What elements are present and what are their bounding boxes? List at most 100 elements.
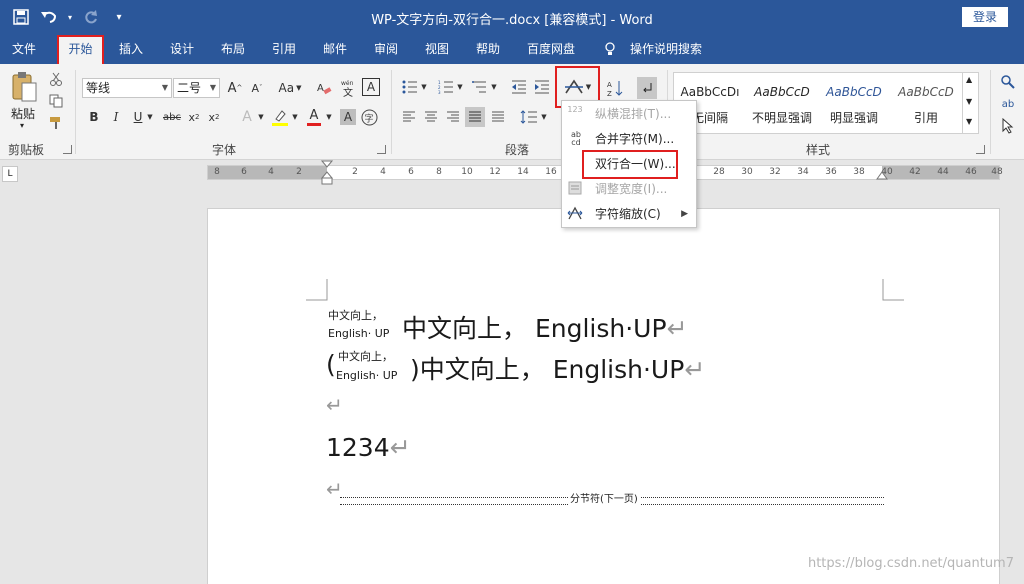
bullets-dropdown-icon[interactable]: ▼	[420, 78, 428, 96]
increase-indent-icon[interactable]	[532, 78, 552, 96]
style-item[interactable]: AaBbCcD 不明显强调	[746, 73, 818, 133]
highlight-icon[interactable]	[270, 108, 290, 128]
paste-icon[interactable]	[8, 70, 40, 104]
paragraph-group-label: 段落	[505, 143, 530, 157]
font-color-dropdown-icon[interactable]: ▼	[324, 108, 334, 126]
align-left-icon[interactable]	[400, 108, 418, 126]
ruler-tick: 36	[825, 167, 837, 177]
tab-help[interactable]: 帮助	[470, 34, 506, 64]
font-name-combo[interactable]: 等线 ▼	[82, 78, 172, 98]
style-item[interactable]: AaBbCcD 引用	[890, 73, 962, 133]
character-border-icon[interactable]: A	[362, 78, 380, 96]
fit-text-icon	[566, 181, 584, 198]
chevron-up-icon[interactable]: ▲	[966, 75, 972, 84]
line-spacing-icon[interactable]	[518, 108, 540, 126]
tab-file[interactable]: 文件	[6, 34, 42, 64]
ruler-tick: 6	[408, 167, 414, 177]
character-shading-icon[interactable]: A	[340, 109, 356, 125]
shrink-font-icon[interactable]: Aˇ	[248, 78, 266, 98]
show-marks-icon[interactable]	[637, 77, 657, 99]
tab-view[interactable]: 视图	[419, 34, 455, 64]
menu-item-fit-text[interactable]: 调整宽度(I)...	[562, 177, 696, 202]
chevron-down-icon: ▼	[585, 83, 592, 91]
ruler-tick: 8	[436, 167, 442, 177]
tab-selector-icon[interactable]: L	[2, 166, 18, 182]
phonetic-guide-icon[interactable]: wén 文	[339, 78, 359, 98]
copy-icon[interactable]	[47, 92, 65, 110]
paragraph-mark: ↵	[389, 433, 411, 462]
ruler-tick: 6	[241, 167, 247, 177]
menu-item-character-scaling[interactable]: 字符缩放(C) ▶	[562, 202, 696, 227]
grow-font-icon[interactable]: A ^	[226, 78, 244, 98]
styles-gallery: AaBbCcDı 无间隔 AaBbCcD 不明显强调 AaBbCcD 明显强调 …	[673, 72, 979, 134]
align-center-icon[interactable]	[422, 108, 440, 126]
bullets-icon[interactable]	[400, 78, 420, 96]
font-color-icon[interactable]: A	[305, 106, 323, 128]
underline-dropdown-icon[interactable]: ▼	[145, 108, 155, 126]
tab-review[interactable]: 审阅	[368, 34, 404, 64]
enclose-characters-icon[interactable]: 字	[360, 108, 378, 126]
section-break: 分节符(下一页)	[340, 490, 884, 505]
tab-insert[interactable]: 插入	[113, 34, 149, 64]
chevron-down-icon: ▼	[209, 83, 216, 92]
crop-mark-top-left	[306, 279, 328, 301]
subscript-icon[interactable]: x2	[186, 108, 202, 126]
styles-launcher-icon[interactable]	[976, 145, 985, 154]
tab-mailings[interactable]: 邮件	[317, 34, 353, 64]
select-icon[interactable]	[998, 116, 1018, 136]
text-effects-dropdown-icon[interactable]: ▼	[256, 108, 266, 126]
superscript-icon[interactable]: x2	[206, 108, 222, 126]
menu-item-label: 调整宽度(I)...	[595, 182, 668, 196]
justify-icon[interactable]	[465, 107, 485, 127]
font-launcher-icon[interactable]	[377, 145, 386, 154]
font-size-combo[interactable]: 二号 ▼	[173, 78, 220, 98]
line-spacing-dropdown-icon[interactable]: ▼	[540, 108, 548, 126]
tab-layout[interactable]: 布局	[215, 34, 251, 64]
numbering-icon[interactable]: 123	[436, 78, 456, 96]
more-styles-icon[interactable]: ▼	[966, 117, 972, 126]
document-page[interactable]: 中文向上， English· UP 中文向上， English·UP↵ ( 中文…	[207, 208, 1000, 584]
distributed-icon[interactable]	[489, 108, 507, 126]
indent-marker-icon[interactable]	[321, 160, 333, 186]
style-item[interactable]: AaBbCcD 明显强调	[818, 73, 890, 133]
text-effects-icon[interactable]: A	[238, 108, 256, 126]
title-bar: ▾ ▾ WP-文字方向-双行合一.docx [兼容模式] - Word 登录	[0, 0, 1024, 34]
bold-icon[interactable]: B	[85, 108, 103, 126]
login-button[interactable]: 登录	[962, 7, 1008, 27]
tab-references[interactable]: 引用	[266, 34, 302, 64]
italic-icon[interactable]: I	[107, 108, 125, 126]
tab-home[interactable]: 开始	[57, 35, 104, 66]
clipboard-launcher-icon[interactable]	[63, 145, 72, 154]
chevron-down-icon[interactable]: ▼	[966, 97, 972, 106]
watermark: https://blog.csdn.net/quantum7	[807, 556, 1014, 571]
tell-me-search[interactable]: 操作说明搜索	[626, 34, 706, 64]
multilevel-list-icon[interactable]	[470, 78, 490, 96]
svg-text:wén: wén	[341, 80, 354, 87]
clear-formatting-icon[interactable]: A	[314, 78, 334, 98]
format-painter-icon[interactable]	[47, 114, 65, 132]
change-case-button[interactable]: Aa ▼	[275, 78, 305, 98]
decrease-indent-icon[interactable]	[509, 78, 529, 96]
highlight-dropdown-icon[interactable]: ▼	[290, 108, 300, 126]
numbering-dropdown-icon[interactable]: ▼	[456, 78, 464, 96]
menu-item-vertical-in-horizontal[interactable]: 123 纵横混排(T)...	[562, 102, 696, 127]
multilevel-dropdown-icon[interactable]: ▼	[490, 78, 498, 96]
right-indent-marker-icon[interactable]	[876, 170, 888, 180]
replace-icon[interactable]: ab	[998, 94, 1018, 114]
find-icon[interactable]	[998, 72, 1018, 92]
menu-item-two-lines-in-one[interactable]: 双行合一(W)...	[582, 150, 678, 179]
ruler-tick: 28	[713, 167, 725, 177]
svg-text:3: 3	[438, 90, 441, 94]
tab-design[interactable]: 设计	[164, 34, 200, 64]
menu-item-combine-characters[interactable]: ab cd 合并字符(M)...	[562, 127, 696, 152]
paste-label[interactable]: 粘贴	[11, 105, 35, 122]
align-right-icon[interactable]	[444, 108, 462, 126]
strikethrough-icon[interactable]: abc	[162, 108, 182, 126]
line-text: )中文向上， English·UP	[410, 355, 685, 384]
tab-baidu-netdisk[interactable]: 百度网盘	[522, 34, 580, 64]
sort-icon[interactable]: AZ	[605, 78, 625, 98]
cut-icon[interactable]	[47, 70, 65, 88]
ruler-tick: 34	[797, 167, 809, 177]
paste-dropdown-icon[interactable]: ▾	[20, 121, 24, 130]
ruler-tick: 32	[769, 167, 781, 177]
